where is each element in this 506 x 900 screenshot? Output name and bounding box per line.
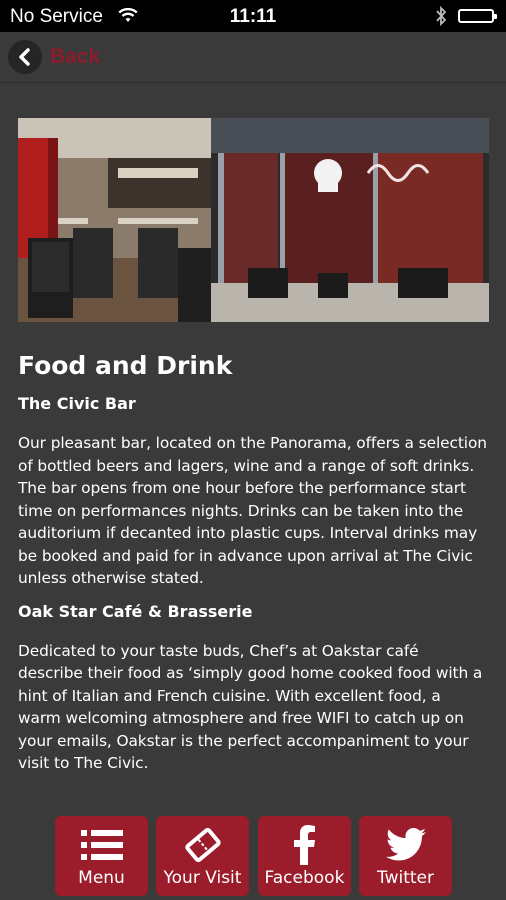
bottom-tab-bar: Menu Your Visit Facebook Twitter xyxy=(0,812,506,900)
tab-your-visit[interactable]: Your Visit xyxy=(156,816,249,896)
tab-menu[interactable]: Menu xyxy=(55,816,148,896)
clock: 11:11 xyxy=(229,6,277,27)
tab-label: Twitter xyxy=(377,868,434,888)
tab-label: Facebook xyxy=(264,868,345,888)
section-body-civic-bar: Our pleasant bar, located on the Panoram… xyxy=(18,434,487,587)
tab-twitter[interactable]: Twitter xyxy=(359,816,452,896)
bluetooth-icon xyxy=(434,5,448,33)
back-label: Back xyxy=(50,45,101,68)
ticket-icon xyxy=(156,826,249,864)
list-icon xyxy=(55,826,148,864)
facebook-icon xyxy=(258,825,351,865)
tab-label: Menu xyxy=(78,868,125,888)
section-heading-civic-bar: The Civic Bar xyxy=(18,394,136,413)
back-button[interactable]: Back xyxy=(8,40,100,74)
section-body-oak-star: Dedicated to your taste buds, Chef’s at … xyxy=(18,641,483,773)
page-title: Food and Drink xyxy=(18,351,233,380)
battery-icon xyxy=(458,9,497,23)
chevron-left-icon xyxy=(8,40,42,74)
venue-photo xyxy=(18,118,489,322)
status-bar: No Service 11:11 xyxy=(0,0,506,32)
section-heading-oak-star: Oak Star Café & Brasserie xyxy=(18,601,253,621)
navigation-bar: Back xyxy=(0,32,506,83)
twitter-icon xyxy=(359,826,452,864)
content-area: Food and Drink The Civic Bar Our pleasan… xyxy=(18,348,488,775)
tab-facebook[interactable]: Facebook xyxy=(258,816,351,896)
tab-label: Your Visit xyxy=(163,868,242,888)
